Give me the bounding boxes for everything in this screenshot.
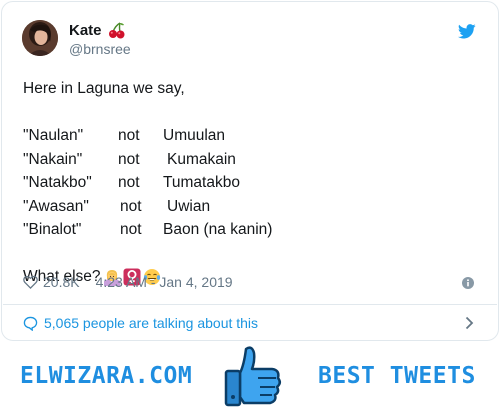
dialect-word: "Nakain" — [23, 150, 83, 168]
standard-word: Umuulan — [163, 127, 226, 144]
dialect-word: "Awasan" — [23, 197, 89, 215]
word-pair-line: "Awasan" not Uwian — [23, 195, 483, 219]
tweet-timestamp[interactable]: 4:23 AM - Jan 4, 2019 — [96, 274, 233, 290]
chat-bubble-icon — [23, 316, 38, 331]
word-pair-line: "Binalot" not Baon (na kanin) — [23, 218, 483, 242]
dialect-word: "Naulan" — [23, 127, 84, 144]
tweet-card: Kate @brnsree Here in Laguna we say, "Na… — [1, 1, 499, 341]
twitter-bird-icon[interactable] — [458, 24, 476, 39]
tweet-intro: Here in Laguna we say, — [23, 80, 185, 97]
info-icon[interactable] — [462, 277, 474, 289]
dialect-word: "Natakbo" — [23, 174, 92, 191]
word-pair-line: "Natakbo" not Tumatakbo — [23, 171, 483, 195]
not-word: not — [118, 150, 140, 168]
word-pair-line: "Nakain" not Kumakain — [23, 148, 483, 172]
word-pair-line: "Naulan" not Umuulan — [23, 124, 483, 148]
chevron-right-icon — [465, 316, 474, 330]
conversation-label: 5,065 people are talking about this — [44, 315, 259, 331]
tweet-text: Here in Laguna we say, "Naulan" not Umuula… — [23, 77, 483, 289]
not-word: not — [118, 127, 140, 144]
author-handle[interactable]: @brnsree — [69, 41, 131, 57]
not-word: not — [120, 221, 142, 238]
dialect-word: "Binalot" — [23, 221, 82, 238]
brand-tagline[interactable]: BEST TWEETS — [318, 363, 476, 389]
like-count[interactable]: 20.8K — [43, 274, 80, 290]
thumbs-up-icon — [224, 346, 281, 407]
cherries-icon — [108, 22, 125, 39]
avatar[interactable] — [22, 20, 58, 56]
divider — [3, 304, 497, 305]
conversation-link[interactable]: 5,065 people are talking about this — [23, 313, 476, 333]
author-name-row[interactable]: Kate — [69, 22, 125, 39]
footer-banner: ELWIZARA.COM BEST TWEETS — [0, 343, 500, 413]
standard-word: Baon (na kanin) — [163, 221, 273, 238]
tweet-meta: 20.8K 4:23 AM - Jan 4, 2019 — [23, 274, 233, 290]
standard-word: Uwian — [167, 197, 211, 215]
author-display-name[interactable]: Kate — [69, 22, 102, 39]
standard-word: Tumatakbo — [163, 174, 240, 191]
brand-site-name[interactable]: ELWIZARA.COM — [20, 363, 192, 389]
not-word: not — [118, 174, 140, 191]
not-word: not — [120, 197, 142, 215]
standard-word: Kumakain — [167, 150, 236, 168]
heart-icon[interactable] — [23, 275, 38, 289]
